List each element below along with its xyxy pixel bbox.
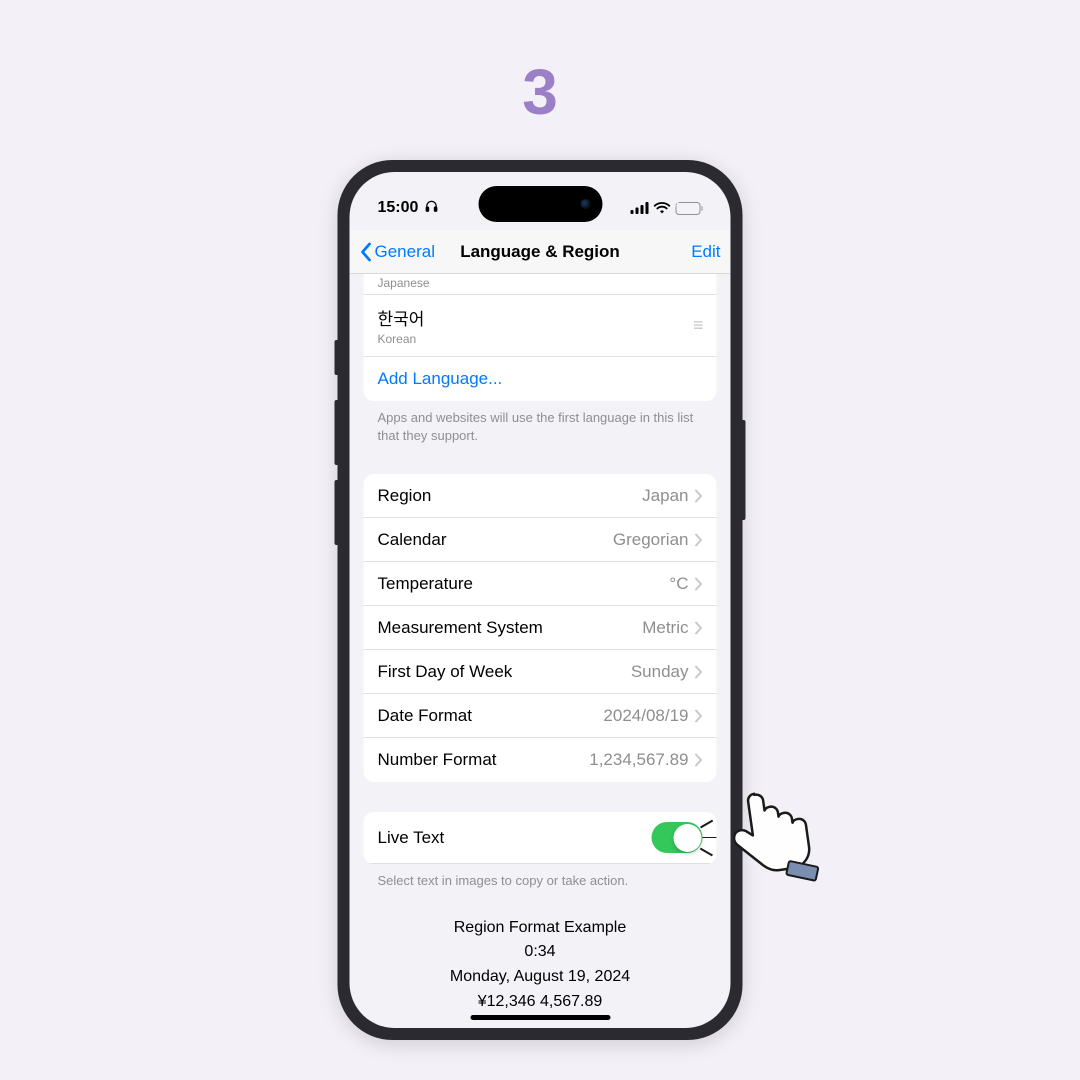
chevron-right-icon [695, 489, 703, 503]
back-label: General [375, 242, 435, 262]
dynamic-island [478, 186, 602, 222]
live-text-label: Live Text [378, 828, 445, 848]
home-indicator[interactable] [470, 1015, 610, 1020]
chevron-right-icon [695, 533, 703, 547]
language-sub-label: Japanese [378, 276, 430, 290]
row-label: Temperature [378, 574, 473, 594]
first-day-row[interactable]: First Day of Week Sunday [364, 650, 717, 694]
language-row-japanese[interactable]: Japanese [364, 274, 717, 295]
row-value: 1,234,567.89 [589, 750, 688, 770]
row-label: Calendar [378, 530, 447, 550]
edit-button[interactable]: Edit [691, 242, 720, 262]
example-time: 0:34 [350, 940, 731, 965]
region-settings-list: Region Japan Calendar Gregorian Temperat… [364, 474, 717, 782]
language-sub-label: Korean [378, 332, 425, 346]
chevron-right-icon [695, 621, 703, 635]
cellular-signal-icon [630, 202, 648, 214]
language-native-label: 한국어 [378, 305, 425, 330]
phone-screen: 15:00 [350, 172, 731, 1028]
row-value: Metric [642, 618, 688, 638]
add-language-button[interactable]: Add Language... [364, 357, 717, 401]
drag-handle-icon[interactable]: ≡ [693, 322, 703, 329]
live-text-toggle[interactable] [652, 822, 703, 853]
example-date: Monday, August 19, 2024 [350, 965, 731, 990]
number-format-row[interactable]: Number Format 1,234,567.89 [364, 738, 717, 782]
wifi-icon [653, 202, 670, 214]
example-currency: ¥12,346 4,567.89 [350, 990, 731, 1015]
region-format-example: Region Format Example 0:34 Monday, Augus… [350, 916, 731, 1015]
step-number: 3 [522, 55, 558, 129]
live-text-row: Live Text [364, 812, 717, 864]
live-text-footer: Select text in images to copy or take ac… [350, 864, 731, 890]
languages-footer: Apps and websites will use the first lan… [350, 401, 731, 444]
row-label: Measurement System [378, 618, 543, 638]
example-title: Region Format Example [350, 916, 731, 941]
calendar-row[interactable]: Calendar Gregorian [364, 518, 717, 562]
date-format-row[interactable]: Date Format 2024/08/19 [364, 694, 717, 738]
back-button[interactable]: General [360, 242, 435, 262]
row-label: First Day of Week [378, 662, 513, 682]
languages-list: Japanese 한국어 Korean ≡ Add Language... [364, 274, 717, 401]
chevron-right-icon [695, 577, 703, 591]
region-row[interactable]: Region Japan [364, 474, 717, 518]
nav-bar: General Language & Region Edit [350, 230, 731, 274]
row-value: °C [669, 574, 688, 594]
page-title: Language & Region [460, 242, 620, 262]
chevron-right-icon [695, 753, 703, 767]
live-text-group: Live Text [364, 812, 717, 864]
row-value: 2024/08/19 [603, 706, 688, 726]
status-time: 15:00 [378, 199, 419, 217]
language-row-korean[interactable]: 한국어 Korean ≡ [364, 295, 717, 357]
row-label: Number Format [378, 750, 497, 770]
row-value: Gregorian [613, 530, 689, 550]
measurement-row[interactable]: Measurement System Metric [364, 606, 717, 650]
row-label: Date Format [378, 706, 472, 726]
tap-spark-icon [697, 821, 717, 855]
tap-cursor-icon [713, 774, 827, 897]
row-label: Region [378, 486, 432, 506]
chevron-right-icon [695, 665, 703, 679]
row-value: Sunday [631, 662, 689, 682]
front-camera-icon [580, 199, 590, 209]
battery-charging-icon: ⚡︎ [675, 202, 703, 215]
row-value: Japan [642, 486, 688, 506]
phone-frame: 15:00 [338, 160, 743, 1040]
headphones-icon [424, 199, 438, 218]
chevron-left-icon [360, 242, 372, 262]
temperature-row[interactable]: Temperature °C [364, 562, 717, 606]
chevron-right-icon [695, 709, 703, 723]
add-language-label: Add Language... [378, 369, 503, 389]
